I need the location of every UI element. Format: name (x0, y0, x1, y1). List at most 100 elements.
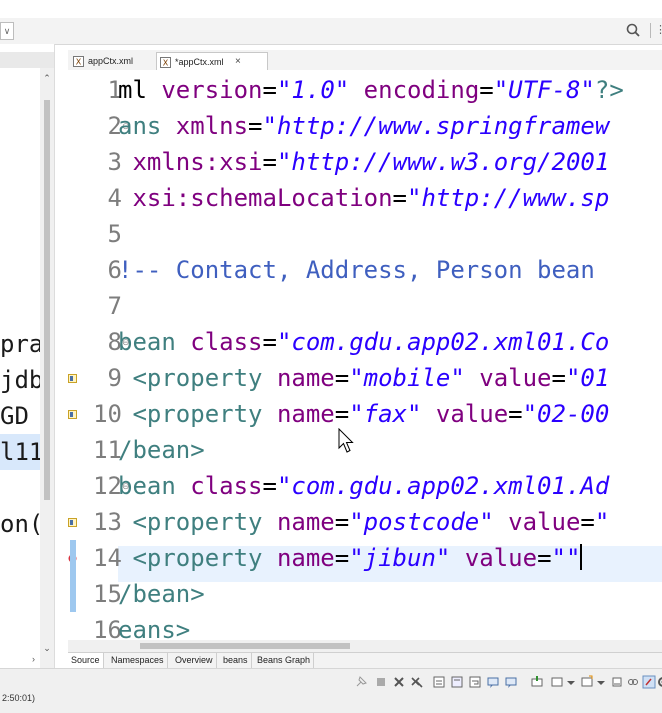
code-token (118, 184, 132, 212)
code-token: eans> (118, 616, 190, 640)
left-pane-line[interactable]: jdb (0, 362, 40, 398)
code-token: "http://www.springframew (263, 112, 610, 140)
warning-marker-icon[interactable] (68, 518, 77, 527)
run-icon[interactable] (642, 675, 656, 689)
xml-source-editor[interactable]: 12⊖345678⊖9101112⊖13141516 ml version="1… (68, 70, 662, 640)
code-token: name (277, 508, 335, 536)
code-token: "01 (566, 364, 609, 392)
code-line[interactable]: ml version="1.0" encoding="UTF-8"?> (118, 72, 624, 108)
scroll-up-icon[interactable]: ⌃ (41, 72, 53, 84)
warning-marker-icon[interactable] (68, 374, 77, 383)
code-line[interactable]: eans> (118, 612, 190, 640)
code-line[interactable]: xmlns:xsi="http://www.w3.org/2001 (118, 144, 609, 180)
bottom-tab-beans[interactable]: beans (220, 653, 252, 668)
code-token: xmlns:xsi (132, 148, 262, 176)
tab-appctx-xml-dirty[interactable]: X *appCtx.xml × (156, 52, 268, 71)
code-line[interactable]: <property name="mobile" value="01 (118, 360, 609, 396)
code-line[interactable]: <property name="jibun" value="" (118, 540, 582, 576)
code-token: = (552, 364, 566, 392)
show-error-output-icon[interactable] (504, 675, 518, 689)
code-token: value (465, 544, 537, 572)
line-number: 5 (80, 216, 122, 252)
left-pane-line[interactable]: GD (0, 398, 40, 434)
search-icon[interactable] (624, 21, 644, 41)
code-token: "postcode" (349, 508, 494, 536)
code-line[interactable]: xsi:schemaLocation="http://www.sp (118, 180, 609, 216)
word-wrap-icon[interactable] (468, 675, 482, 689)
left-pane-line[interactable]: pra (0, 326, 40, 362)
xml-file-icon: X (73, 56, 84, 67)
minimize-icon[interactable] (610, 675, 624, 689)
dropdown-arrow-icon[interactable] (594, 675, 608, 689)
open-console-icon[interactable] (580, 675, 594, 689)
settings-icon[interactable] (656, 675, 662, 689)
left-pane-scroll-thumb[interactable] (44, 100, 50, 500)
line-number: 6 (80, 252, 122, 288)
mouse-pointer-icon (338, 428, 354, 454)
code-token: = (335, 400, 349, 428)
change-marker (70, 540, 76, 576)
code-token: /bean> (118, 580, 205, 608)
code-line[interactable]: <property name="fax" value="02-00 (118, 396, 609, 432)
code-token: = (537, 544, 551, 572)
code-token: = (335, 508, 349, 536)
close-icon[interactable]: × (235, 53, 241, 71)
bottom-tab-overview[interactable]: Overview (172, 653, 217, 668)
code-line[interactable]: /bean> (118, 432, 205, 468)
code-line[interactable]: bean class="com.gdu.app02.xml01.Ad (118, 468, 609, 504)
code-token (450, 544, 464, 572)
line-number: 7 (80, 288, 122, 324)
dropdown-arrow-icon[interactable]: ∨ (0, 22, 14, 40)
scroll-right-icon[interactable]: › (32, 654, 35, 664)
code-token (118, 364, 132, 392)
code-token: <property (132, 400, 277, 428)
tab-label: appCtx.xml (88, 56, 133, 66)
code-token: "fax" (349, 400, 421, 428)
line-number: 1 (80, 72, 122, 108)
editor-bottom-tabs: Source Namespaces OverviewbeansBeans Graph (68, 652, 662, 669)
code-token (421, 400, 435, 428)
bottom-tab-source[interactable]: Source (68, 653, 104, 668)
code-token: = (263, 328, 277, 356)
editor-horizontal-scrollbar[interactable] (68, 640, 662, 652)
remove-icon[interactable] (392, 675, 406, 689)
code-token: "1.0" (277, 76, 349, 104)
console-icon[interactable] (432, 675, 446, 689)
code-line[interactable]: ans xmlns="http://www.springframew (118, 108, 609, 144)
line-number: 10 (80, 396, 122, 432)
stop-icon[interactable] (374, 675, 388, 689)
code-line[interactable]: <property name="postcode" value=" (118, 504, 609, 540)
code-token: = (263, 148, 277, 176)
code-token: class (190, 472, 262, 500)
display-selected-console-icon[interactable] (550, 675, 564, 689)
code-line[interactable]: /bean> (118, 576, 205, 612)
bottom-tab-beans-graph[interactable]: Beans Graph (254, 653, 314, 668)
scroll-down-icon[interactable]: ⌄ (41, 642, 53, 654)
toolbar-overflow-icon[interactable]: ⋮ (655, 23, 662, 36)
remove-all-icon[interactable] (410, 675, 424, 689)
pin-icon[interactable] (354, 675, 368, 689)
svg-text:X: X (76, 58, 82, 67)
scroll-lock-icon[interactable] (450, 675, 464, 689)
code-token: name (277, 544, 335, 572)
warning-marker-icon[interactable] (68, 410, 77, 419)
code-token: encoding (364, 76, 480, 104)
link-icon[interactable] (626, 675, 640, 689)
code-token: value (479, 364, 551, 392)
window-top-strip (0, 0, 662, 18)
show-console-output-icon[interactable] (486, 675, 500, 689)
code-token: name (277, 364, 335, 392)
left-pane-line[interactable]: l11 (0, 434, 40, 470)
bottom-tab-namespaces[interactable]: Namespaces (108, 653, 168, 668)
left-pane-line[interactable]: on( (0, 506, 40, 542)
horizontal-scroll-thumb[interactable] (140, 643, 350, 649)
dropdown-arrow-icon[interactable] (564, 675, 578, 689)
line-number: 4 (80, 180, 122, 216)
left-pane-header (0, 52, 54, 68)
left-pane-line[interactable] (0, 470, 40, 506)
code-line[interactable]: !-- Contact, Address, Person bean (118, 252, 595, 288)
pin-console-icon[interactable] (530, 675, 544, 689)
line-number: 8 (80, 324, 122, 360)
code-line[interactable]: bean class="com.gdu.app02.xml01.Co (118, 324, 609, 360)
code-token: "02-00 (523, 400, 610, 428)
